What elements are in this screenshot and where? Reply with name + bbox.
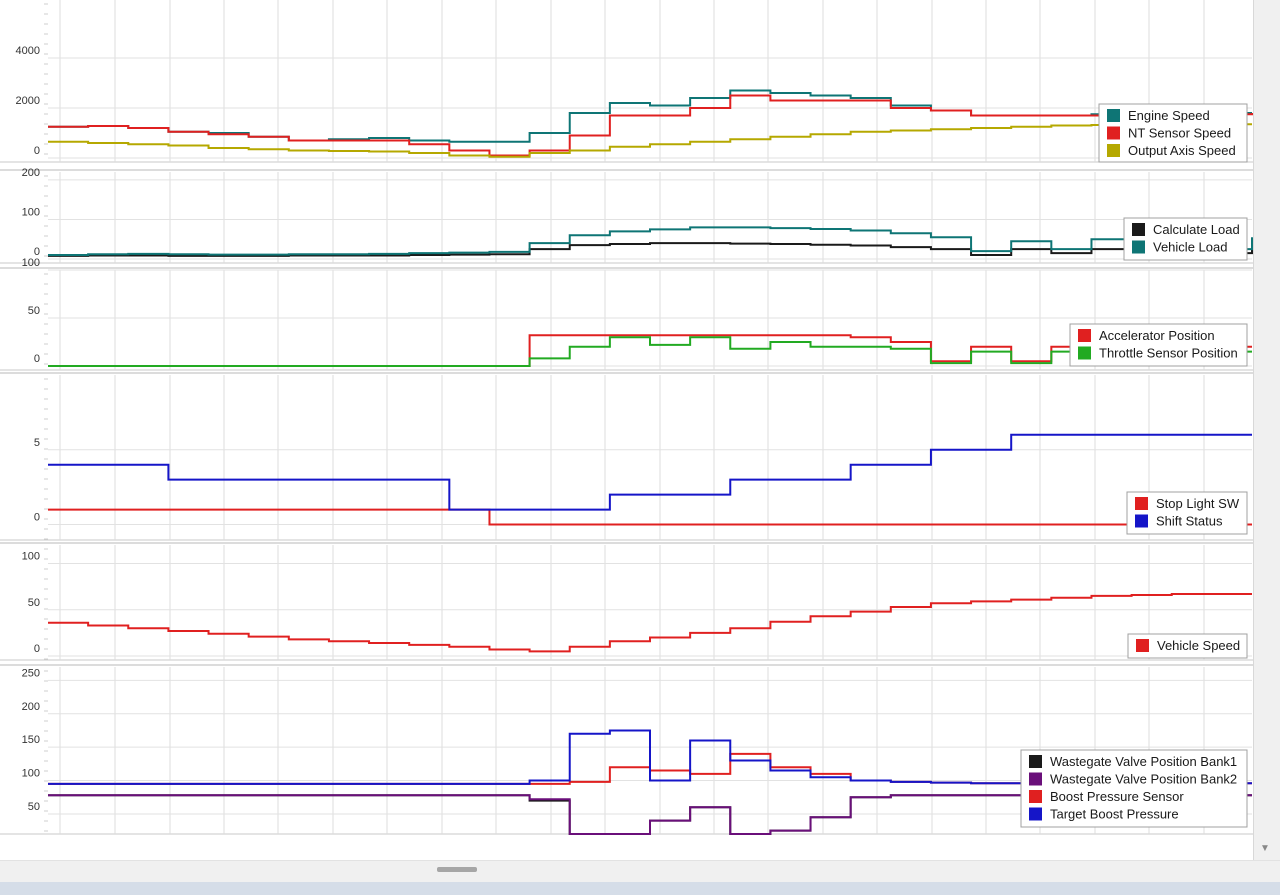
y-tick-label: 50 [28,597,40,609]
y-tick-label: 0 [34,643,40,655]
legend-swatch [1078,329,1091,342]
legend-label: Stop Light SW [1156,496,1240,511]
chart-panel-1: 0 2000 4000 Engine Speed NT Sensor Speed Outp… [0,0,1253,163]
horizontal-scroll-thumb[interactable] [437,867,477,872]
legend-swatch [1078,346,1091,360]
series-line-vehicle-speed [48,593,1252,653]
series-line-stop-light-sw [48,508,1252,526]
y-tick-label: 250 [22,667,40,679]
legend-swatch [1029,755,1042,768]
series-line-shift-status [48,433,1252,511]
chart-panel-6: 50 100 150 200 250 Wastegate Valve Position B… [0,664,1253,835]
legend-swatch [1107,144,1120,157]
horizontal-scrollbar[interactable] [0,860,1280,882]
legend-label: Vehicle Speed [1157,638,1240,653]
legend-label: Throttle Sensor Position [1099,346,1238,361]
y-tick-label: 100 [22,768,40,780]
y-tick-label: 2000 [16,95,40,107]
legend-swatch [1132,240,1145,254]
chart-panel-3: 0 50 100 Accelerator Position Throttle Senso… [0,257,1253,371]
legend-label: Boost Pressure Sensor [1050,789,1184,804]
legend-swatch [1029,807,1042,821]
legend-label: Output Axis Speed [1128,143,1236,158]
legend-swatch [1029,790,1042,803]
vertical-scrollbar[interactable]: ▼ [1253,0,1280,860]
legend-label: Engine Speed [1128,108,1210,123]
y-tick-label: 100 [22,206,40,218]
legend-swatch [1132,223,1145,236]
legend-swatch [1029,772,1042,786]
series-line-vehicle-load [48,226,1253,257]
legend-label: Accelerator Position [1099,328,1215,343]
y-tick-label: 0 [34,353,40,365]
charts-svg: 020004000Engine SpeedNT Sensor SpeedOutp… [0,0,1253,835]
legend-label: Calculate Load [1153,222,1240,237]
chart-area: 0 2000 4000 Engine Speed NT Sensor Speed Outp… [0,0,1253,860]
y-tick-label: 5 [34,437,40,449]
y-tick-label: 200 [22,701,40,713]
legend-label: Shift Status [1156,514,1223,529]
legend-label: Wastegate Valve Position Bank2 [1050,772,1237,787]
scroll-down-arrow-icon[interactable]: ▼ [1260,844,1270,854]
legend-swatch [1135,514,1148,528]
legend-swatch [1107,109,1120,122]
y-tick-label: 4000 [16,45,40,57]
legend-label: NT Sensor Speed [1128,126,1231,141]
y-tick-label: 50 [28,801,40,813]
series-line-output-axis-speed [48,123,1252,158]
y-tick-label: 200 [22,167,40,179]
legend-swatch [1107,126,1120,140]
legend-swatch [1135,497,1148,510]
legend-label: Vehicle Load [1153,240,1227,255]
legend-label: Target Boost Pressure [1050,807,1179,822]
y-tick-label: 0 [34,145,40,157]
y-tick-label: 150 [22,734,40,746]
status-strip [0,882,1280,895]
chart-panel-2: 0100200Calculate LoadVehicle Load [0,167,1253,264]
y-tick-label: 100 [22,257,40,269]
y-tick-label: 50 [28,305,40,317]
legend-label: Wastegate Valve Position Bank1 [1050,754,1237,769]
y-tick-label: 0 [34,512,40,524]
chart-panel-4: 0 5 Stop Light SW Shift Status [0,372,1253,541]
y-tick-label: 100 [22,551,40,563]
legend-swatch [1136,639,1149,652]
chart-panel-5: 0 50 100 Vehicle Speed [0,542,1253,661]
